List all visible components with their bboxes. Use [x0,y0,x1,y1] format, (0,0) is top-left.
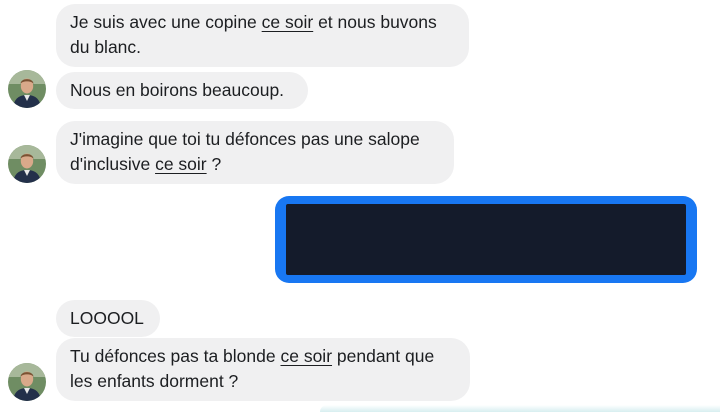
message-bubble[interactable]: Je suis avec une copine ce soir et nous … [56,4,469,67]
contact-avatar[interactable] [8,70,46,108]
detected-phrase-link[interactable]: ce soir [155,154,207,174]
contact-avatar[interactable] [8,363,46,401]
message-line: J'imagine que toi tu défonces pas une sa… [70,127,440,152]
redacted-content [286,204,686,275]
message-line: LOOOOL [70,306,146,331]
outgoing-message-bubble[interactable] [275,196,697,283]
message-text: Je suis avec une copine [70,12,262,32]
message-line: du blanc. [70,35,455,60]
avatar-icon [8,363,46,401]
message-text: LOOOOL [70,308,144,328]
message-text: et nous buvons [313,12,437,32]
message-line: Tu défonces pas ta blonde ce soir pendan… [70,344,456,369]
message-text: du blanc. [70,37,142,57]
message-line: les enfants dorment ? [70,369,456,394]
message-line: d'inclusive ce soir ? [70,152,440,177]
message-bubble[interactable]: LOOOOL [56,300,160,337]
message-text: Nous en boirons beaucoup. [70,80,285,100]
detected-phrase-link[interactable]: ce soir [262,12,314,32]
message-line: Je suis avec une copine ce soir et nous … [70,10,455,35]
message-text: d'inclusive [70,154,156,174]
message-bubble[interactable]: Tu défonces pas ta blonde ce soir pendan… [56,338,470,401]
message-text: les enfants dorment ? [70,371,239,391]
avatar-icon [8,145,46,183]
avatar-icon [8,70,46,108]
message-text: ? [206,154,222,174]
detected-phrase-link[interactable]: ce soir [280,346,332,366]
message-bubble[interactable]: J'imagine que toi tu défonces pas une sa… [56,121,454,184]
message-text: Tu défonces pas ta blonde [70,346,281,366]
message-text: pendant que [332,346,435,366]
message-bubble[interactable]: Nous en boirons beaucoup. [56,72,308,109]
next-message-edge [320,405,720,412]
contact-avatar[interactable] [8,145,46,183]
message-text: J'imagine que toi tu défonces pas une sa… [70,129,420,149]
message-line: Nous en boirons beaucoup. [70,78,294,103]
